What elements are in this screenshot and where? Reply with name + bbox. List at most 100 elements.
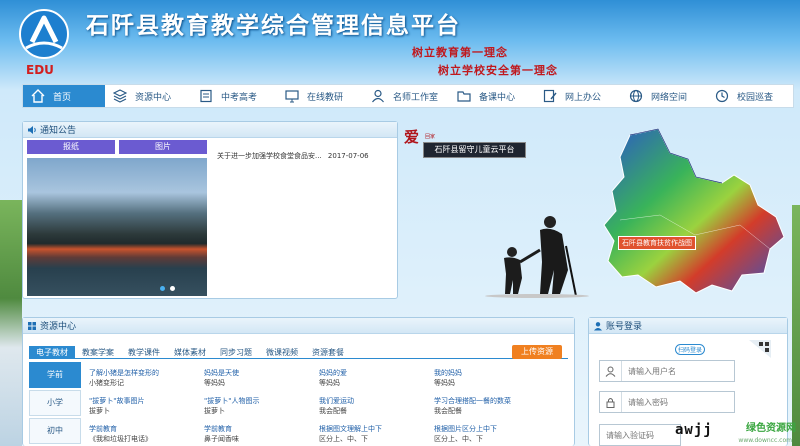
grade-primary[interactable]: 小学: [29, 390, 81, 416]
resource-header: 资源中心: [23, 318, 574, 334]
resource-subtitle: 拔萝卜: [204, 407, 225, 415]
carousel-dot-1[interactable]: [160, 286, 165, 291]
tab-packages[interactable]: 资源套餐: [305, 346, 351, 358]
news-photo[interactable]: [27, 158, 207, 296]
edit-icon: [543, 89, 557, 103]
nav-campus-patrol[interactable]: 校园巡查: [707, 85, 781, 107]
username-field[interactable]: [599, 360, 735, 382]
left-behind-children-platform-link[interactable]: 石阡县留守儿童云平台: [423, 142, 526, 158]
tab-media[interactable]: 媒体素材: [167, 346, 213, 358]
resource-title[interactable]: 学前教育: [89, 424, 204, 434]
resource-title[interactable]: 我们爱运动: [319, 396, 434, 406]
edu-logo[interactable]: EDU: [18, 8, 74, 78]
nav-label: 首页: [53, 92, 72, 103]
resource-title[interactable]: 妈妈是天使: [204, 368, 319, 378]
watermark-url: www.downcc.com: [738, 437, 792, 444]
upload-resource-button[interactable]: 上传资源: [512, 345, 562, 359]
resource-item[interactable]: 学前教育 鼻子闻香味: [204, 424, 319, 446]
account-icon: [593, 321, 603, 331]
notice-header: 通知公告: [23, 122, 397, 138]
captcha-field[interactable]: [599, 424, 681, 446]
nav-online-research[interactable]: 在线教研: [277, 85, 363, 107]
notice-panel: 通知公告 报纸 图片 关于进一步加强学校食堂食品安... 2017-07-06: [22, 121, 398, 299]
grade-preschool[interactable]: 学前: [29, 362, 81, 388]
resource-item[interactable]: 妈妈的爱 等妈妈: [319, 368, 434, 396]
resource-item[interactable]: 我们爱运动 我会配餐: [319, 396, 434, 424]
scan-login-badge[interactable]: 扫码登录: [675, 344, 706, 355]
right-scenery-decoration: [792, 205, 800, 446]
tab-newspaper[interactable]: 报纸: [27, 140, 115, 154]
user-icon: [600, 361, 622, 381]
nav-lesson-prep[interactable]: 备课中心: [449, 85, 535, 107]
resource-item[interactable]: "拔萝卜"故事图片 拔萝卜: [89, 396, 204, 424]
tab-lesson-plans[interactable]: 教案学案: [75, 346, 121, 358]
resource-title[interactable]: 妈妈的爱: [319, 368, 434, 378]
tab-micro-videos[interactable]: 微课视频: [259, 346, 305, 358]
resource-row: 学前教育 《我和垃圾打电话》 学前教育 鼻子闻香味 根据图文理解上中下 区分上、中、下…: [89, 424, 559, 446]
book-icon: [199, 89, 213, 103]
resource-title[interactable]: 学前教育: [204, 424, 319, 434]
resource-subtitle: 我会配餐: [434, 407, 462, 415]
tab-e-textbooks[interactable]: 电子教材: [29, 346, 75, 358]
nav-network-space[interactable]: 网络空间: [621, 85, 707, 107]
resource-subtitle: 等妈妈: [204, 379, 225, 387]
tab-courseware[interactable]: 教学课件: [121, 346, 167, 358]
love-subtext: 回家: [425, 134, 436, 140]
captcha-image[interactable]: awjj: [675, 422, 713, 438]
resource-title[interactable]: 根据图片区分上中下: [434, 424, 549, 434]
nav-resource-center[interactable]: 资源中心: [105, 85, 191, 107]
resource-title[interactable]: 根据图文理解上中下: [319, 424, 434, 434]
resource-subtitle: 小猪变形记: [89, 379, 124, 387]
password-field[interactable]: [599, 391, 735, 413]
resource-item[interactable]: 妈妈是天使 等妈妈: [204, 368, 319, 396]
resource-title[interactable]: 学习合理搭配一餐的数菜: [434, 396, 549, 406]
resource-item[interactable]: 学前教育 《我和垃圾打电话》: [89, 424, 204, 446]
resource-subtitle: 等妈妈: [434, 379, 455, 387]
nav-teacher-studio[interactable]: 名师工作室: [363, 85, 449, 107]
resource-item[interactable]: "拔萝卜"人物图示 拔萝卜: [204, 396, 319, 424]
resource-title[interactable]: "拔萝卜"故事图片: [89, 396, 204, 406]
grid-icon: [27, 321, 37, 331]
resource-row: 了解小猪是怎样变形的 小猪变形记 妈妈是天使 等妈妈 妈妈的爱 等妈妈 我的妈妈 等妈妈: [89, 368, 559, 396]
resource-title[interactable]: 了解小猪是怎样变形的: [89, 368, 204, 378]
password-input[interactable]: [622, 393, 732, 411]
tab-pictures[interactable]: 图片: [119, 140, 207, 154]
nav-label: 在线教研: [307, 92, 344, 103]
slogan-safety: 树立学校安全第一理念: [438, 64, 558, 77]
elder-child-silhouette[interactable]: [482, 200, 592, 298]
resource-tabs: 电子教材 教案学案 教学课件 媒体素材 同步习题 微课视频 资源套餐: [29, 346, 568, 359]
username-input[interactable]: [622, 362, 732, 380]
grade-sidebar: 学前 小学 初中: [29, 362, 81, 446]
resource-panel: 资源中心 电子教材 教案学案 教学课件 媒体素材 同步习题 微课视频 资源套餐 …: [22, 317, 575, 446]
carousel-dot-2[interactable]: [170, 286, 175, 291]
nav-online-office[interactable]: 网上办公: [535, 85, 621, 107]
resource-title[interactable]: 我的妈妈: [434, 368, 549, 378]
folder-icon: [457, 89, 471, 103]
tab-exercises[interactable]: 同步习题: [213, 346, 259, 358]
left-scenery-decoration: [0, 200, 22, 446]
site-header: EDU 石阡县教育教学综合管理信息平台 树立教育第一理念 树立学校安全第一理念: [0, 0, 800, 84]
speaker-icon: [27, 125, 37, 135]
map-label[interactable]: 石阡县教育扶贫作战图: [618, 236, 696, 250]
poverty-alleviation-map[interactable]: [600, 125, 788, 295]
resource-item[interactable]: 学习合理搭配一餐的数菜 我会配餐: [434, 396, 549, 424]
captcha-input[interactable]: [600, 425, 678, 445]
nav-home[interactable]: 首页: [23, 85, 105, 107]
resource-item[interactable]: 根据图片区分上中下 区分上、中、下: [434, 424, 549, 446]
resource-list: 了解小猪是怎样变形的 小猪变形记 妈妈是天使 等妈妈 妈妈的爱 等妈妈 我的妈妈 等妈妈…: [89, 368, 559, 446]
resource-item[interactable]: 了解小猪是怎样变形的 小猪变形记: [89, 368, 204, 396]
news-item[interactable]: 关于进一步加强学校食堂食品安... 2017-07-06: [217, 151, 369, 161]
resource-item[interactable]: 我的妈妈 等妈妈: [434, 368, 549, 396]
clock-icon: [715, 89, 729, 103]
news-title[interactable]: 关于进一步加强学校食堂食品安...: [217, 152, 322, 160]
notice-title: 通知公告: [40, 126, 77, 136]
nav-label: 校园巡查: [737, 92, 774, 103]
nav-exams[interactable]: 中考高考: [191, 85, 277, 107]
resource-title[interactable]: "拔萝卜"人物图示: [204, 396, 319, 406]
nav-label: 资源中心: [135, 92, 172, 103]
resource-item[interactable]: 根据图文理解上中下 区分上、中、下: [319, 424, 434, 446]
grade-junior[interactable]: 初中: [29, 418, 81, 444]
login-title: 账号登录: [606, 322, 643, 332]
resource-subtitle: 等妈妈: [319, 379, 340, 387]
qr-code-icon[interactable]: [749, 340, 771, 358]
